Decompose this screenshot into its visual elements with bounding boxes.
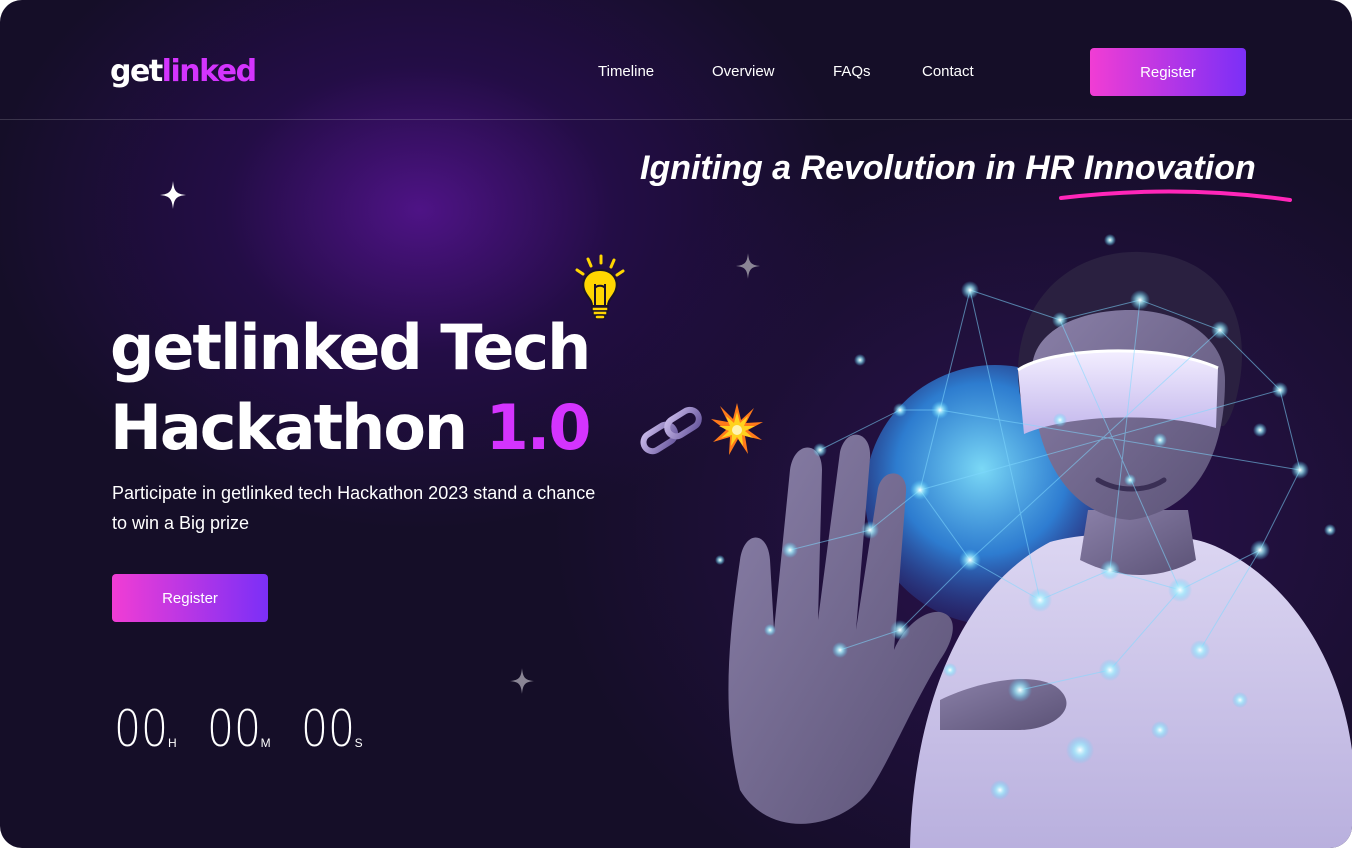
- countdown-minutes-value: 00: [206, 700, 261, 758]
- top-nav: getlinked Timeline Overview FAQs Contact…: [0, 0, 1352, 120]
- tagline-underline-icon: [1059, 189, 1292, 202]
- nav-link-timeline[interactable]: Timeline: [598, 62, 654, 82]
- logo-part-get: get: [110, 54, 163, 89]
- hero-tagline: Igniting a Revolution in HR Innovation: [640, 149, 1256, 187]
- countdown-seconds: 00 S: [301, 700, 363, 758]
- nav-link-faqs[interactable]: FAQs: [833, 62, 871, 82]
- hero-title-version: 1.0: [485, 391, 592, 464]
- logo-part-linked: linked: [161, 54, 257, 89]
- nav-link-contact[interactable]: Contact: [922, 62, 974, 82]
- countdown-seconds-unit: S: [354, 736, 363, 750]
- person-neck: [1080, 510, 1196, 575]
- countdown-hours-value: 00: [114, 700, 169, 758]
- hero-title-line2: Hackathon 1.0: [110, 388, 592, 468]
- countdown-timer: 00 H 00 M 00 S: [114, 700, 363, 758]
- hero-register-button[interactable]: Register: [112, 574, 268, 622]
- hero-title-line1: getlinked Tech: [110, 311, 591, 384]
- countdown-minutes: 00 M: [207, 700, 271, 758]
- hero-illustration: [715, 234, 1352, 848]
- logo[interactable]: getlinked: [110, 54, 257, 90]
- nav-link-overview[interactable]: Overview: [712, 62, 775, 82]
- nav-register-button[interactable]: Register: [1090, 48, 1246, 96]
- countdown-hours: 00 H: [114, 700, 177, 758]
- countdown-hours-unit: H: [168, 736, 177, 750]
- landing-page: getlinked Timeline Overview FAQs Contact…: [0, 0, 1352, 848]
- hero-title-hackathon: Hackathon: [110, 391, 486, 464]
- hero-title: getlinked Tech Hackathon 1.0: [110, 308, 592, 468]
- sparkle-star-icon: [510, 668, 534, 694]
- hero-description: Participate in getlinked tech Hackathon …: [112, 483, 596, 533]
- countdown-minutes-unit: M: [260, 736, 271, 750]
- countdown-seconds-value: 00: [300, 700, 355, 758]
- sparkle-star-icon: [160, 181, 186, 209]
